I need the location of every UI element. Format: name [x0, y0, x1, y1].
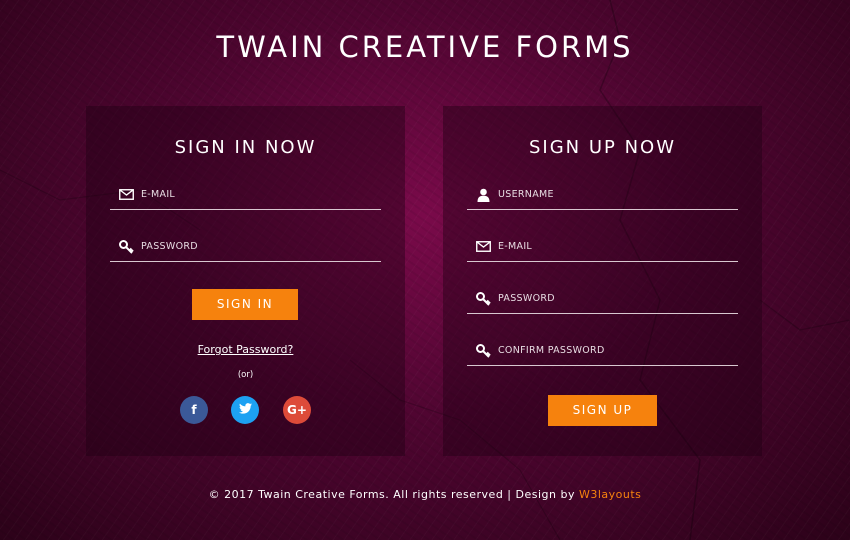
google-plus-icon: G+	[287, 403, 307, 417]
signup-confirm-password-placeholder: CONFIRM PASSWORD	[498, 345, 605, 356]
signup-email-placeholder: E-MAIL	[498, 241, 533, 252]
or-divider: (or)	[237, 370, 254, 380]
signin-email-field[interactable]: E-MAIL	[110, 180, 381, 210]
user-icon	[475, 187, 491, 203]
signin-email-placeholder: E-MAIL	[141, 189, 176, 200]
signin-password-field[interactable]: PASSWORD	[110, 232, 381, 262]
facebook-icon: f	[191, 403, 197, 417]
page-title: TWAIN CREATIVE FORMS	[216, 30, 634, 64]
footer-designer-link[interactable]: W3layouts	[579, 488, 641, 501]
envelope-icon	[475, 239, 491, 255]
signup-heading: SIGN UP NOW	[528, 137, 677, 158]
facebook-button[interactable]: f	[180, 396, 208, 424]
footer-copyright: © 2017 Twain Creative Forms. All rights …	[208, 488, 579, 501]
signup-email-field[interactable]: E-MAIL	[467, 232, 738, 262]
twitter-button[interactable]	[231, 396, 259, 424]
signin-button[interactable]: SIGN IN	[192, 289, 298, 320]
twitter-icon	[238, 403, 252, 417]
key-icon	[475, 343, 491, 359]
signup-confirm-password-field[interactable]: CONFIRM PASSWORD	[467, 336, 738, 366]
forgot-password-link[interactable]: Forgot Password?	[86, 343, 405, 356]
envelope-icon	[118, 187, 134, 203]
key-icon	[475, 291, 491, 307]
signup-button[interactable]: SIGN UP	[548, 395, 657, 426]
signin-panel: SIGN IN NOW E-MAIL PASSWORD SIGN IN Forg…	[86, 106, 405, 456]
key-icon	[118, 239, 134, 255]
signup-username-field[interactable]: USERNAME	[467, 180, 738, 210]
signup-username-placeholder: USERNAME	[498, 189, 554, 200]
google-plus-button[interactable]: G+	[283, 396, 311, 424]
signup-password-placeholder: PASSWORD	[498, 293, 555, 304]
signin-heading: SIGN IN NOW	[174, 137, 317, 158]
footer: © 2017 Twain Creative Forms. All rights …	[0, 488, 850, 501]
signup-panel: SIGN UP NOW USERNAME E-MAIL PASSWORD CON…	[443, 106, 762, 456]
signin-password-placeholder: PASSWORD	[141, 241, 198, 252]
signup-password-field[interactable]: PASSWORD	[467, 284, 738, 314]
